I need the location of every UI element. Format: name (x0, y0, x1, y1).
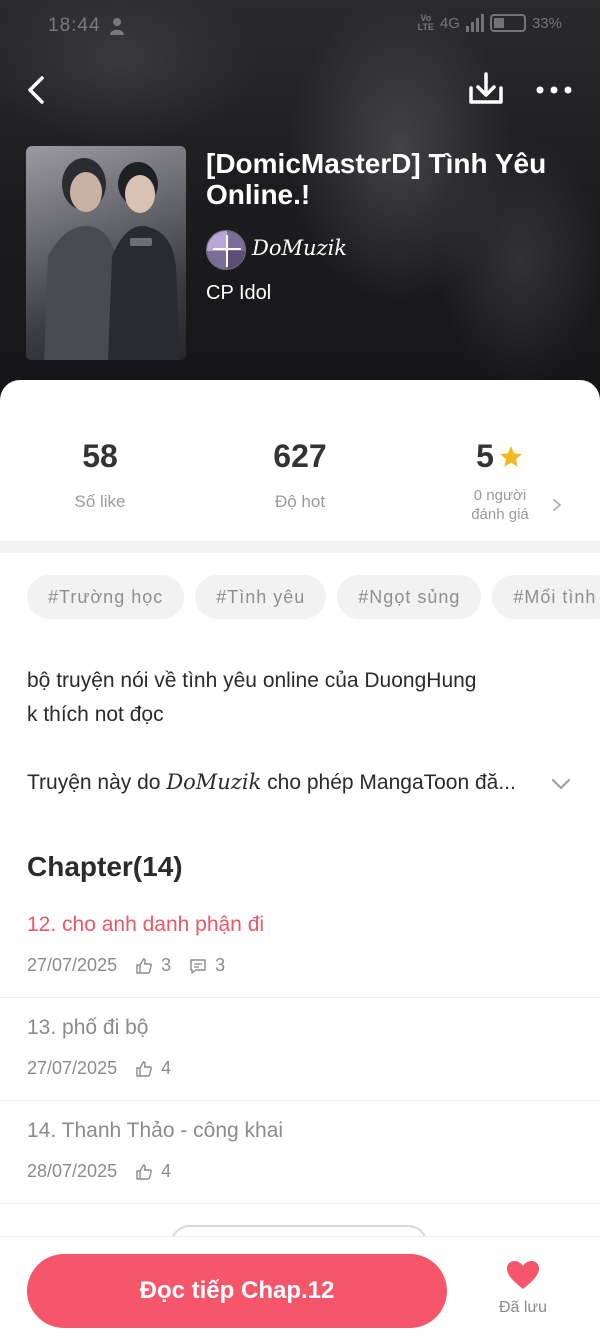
comment-icon (190, 958, 206, 974)
rating-count-suffix: đánh giá (471, 506, 529, 523)
network-type: 4G (439, 14, 460, 32)
chapter-heading: Chapter(14) (27, 851, 183, 882)
chapter-title: 13. phố đi bộ (27, 1016, 149, 1039)
chevron-right-icon[interactable] (550, 498, 564, 512)
more-dots-icon[interactable] (534, 76, 574, 104)
battery-level: 33% (531, 14, 562, 32)
status-bar: 18:44 Vo LTE 4G 33% (0, 0, 600, 52)
saved-label: Đã lưu (498, 1299, 548, 1316)
chapter-title: 14. Thanh Thảo - công khai (27, 1119, 284, 1142)
comic-header: 18:44 Vo LTE 4G 33% [DomicMasterD] Tình … (0, 0, 600, 420)
permission-text-end: cho phép MangaToon đă... (261, 771, 516, 794)
thumbs-up-icon (136, 1060, 152, 1077)
hot-count: 627 (273, 438, 327, 474)
author-name[interactable]: DoMuzik (252, 236, 347, 260)
rating-value-row: 5 (400, 436, 600, 476)
likes-count: 58 (82, 438, 118, 474)
permission-author: DoMuzik (166, 770, 262, 794)
chevron-left-icon[interactable] (20, 70, 56, 110)
chapter-item[interactable]: 13. phố đi bộ 27/07/2025 4 (0, 998, 600, 1101)
heart-icon (507, 1261, 539, 1289)
tag-chip[interactable]: #Tình yêu (195, 575, 327, 619)
description-line: bộ truyện nói về tình yêu online của Duo… (27, 669, 477, 692)
tag-list: #Trường học #Tình yêu #Ngọt sủng #Mối tình (27, 575, 600, 619)
chapter-date: 27/07/2025 (27, 1058, 118, 1078)
author-avatar[interactable] (206, 230, 246, 270)
chapter-likes: 3 (161, 955, 172, 975)
volte-icon: Vo LTE (417, 13, 434, 32)
thumbs-up-icon (136, 1163, 152, 1180)
permission-notice: Truyện này do DoMuzik cho phép MangaToon… (27, 770, 547, 795)
chapter-date: 28/07/2025 (27, 1161, 118, 1181)
stat-rating[interactable]: 5 0 người đánh giá (400, 436, 600, 524)
stat-likes: 58 Số like (0, 436, 200, 512)
status-time: 18:44 (48, 15, 101, 36)
chapter-comments: 3 (215, 955, 226, 975)
stat-hot: 627 Độ hot (200, 436, 400, 512)
comic-description: bộ truyện nói về tình yêu online của Duo… (27, 664, 547, 732)
hot-label: Độ hot (274, 492, 326, 511)
chapter-date: 27/07/2025 (27, 955, 118, 975)
signal-icon (465, 14, 484, 32)
status-indicators: Vo LTE 4G 33% (418, 14, 562, 32)
star-icon (500, 446, 522, 467)
chapter-title: 12. cho anh danh phận đi (27, 913, 265, 936)
person-icon (110, 18, 124, 35)
permission-text: Truyện này do (27, 771, 167, 794)
likes-label: Số like (74, 492, 126, 511)
rating-count: 0 người (473, 487, 527, 504)
comic-category[interactable]: CP Idol (206, 282, 271, 305)
download-icon[interactable] (466, 68, 506, 110)
chapter-item[interactable]: 12. cho anh danh phận đi 27/07/2025 3 3 (0, 895, 600, 998)
tag-chip[interactable]: #Trường học (27, 575, 185, 619)
comic-cover-image (26, 146, 186, 360)
chapter-meta: 27/07/2025 3 3 (27, 955, 225, 976)
bottom-action-bar: Đọc tiếp Chap.12 Đã lưu (0, 1236, 600, 1343)
chapter-meta: 27/07/2025 4 (27, 1058, 171, 1079)
thumbs-up-icon (136, 957, 152, 974)
battery-icon (489, 14, 526, 32)
rating-value: 5 (476, 438, 494, 474)
rating-label: 0 người đánh giá (400, 486, 600, 524)
comic-details-card: 58 Số like 627 Độ hot 5 0 người đánh giá… (0, 380, 600, 1343)
continue-reading-button[interactable]: Đọc tiếp Chap.12 (27, 1254, 447, 1328)
tag-chip[interactable]: #Mối tình (492, 575, 600, 619)
chapter-likes: 4 (161, 1161, 172, 1181)
description-line: k thích not đọc (27, 703, 164, 726)
saved-button[interactable]: Đã lưu (488, 1259, 558, 1317)
chapter-meta: 28/07/2025 4 (27, 1161, 171, 1182)
chevron-down-icon[interactable] (550, 776, 572, 792)
chapter-likes: 4 (161, 1058, 172, 1078)
cover-art (44, 158, 180, 360)
chapter-item[interactable]: 14. Thanh Thảo - công khai 28/07/2025 4 (0, 1101, 600, 1204)
section-divider (0, 541, 600, 553)
comic-title: [DomicMasterD] Tình Yêu Online.! (206, 148, 547, 210)
tag-chip[interactable]: #Ngọt sủng (337, 575, 482, 619)
